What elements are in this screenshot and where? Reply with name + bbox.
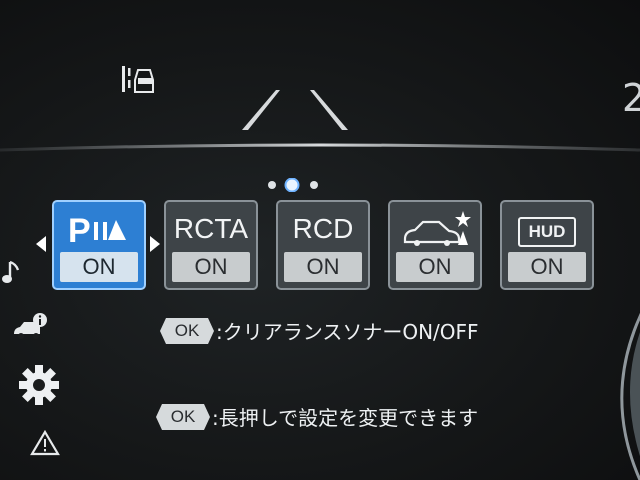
lane-lines-icon — [242, 90, 348, 130]
tile-label: RCD — [292, 213, 354, 244]
ok-button-badge: OK — [156, 403, 210, 430]
tile-status: ON — [396, 252, 474, 282]
hud-icon: HUD — [518, 217, 576, 247]
tile-rcd[interactable]: RCD ON — [276, 200, 370, 290]
ok-label: OK — [170, 406, 196, 426]
top-divider — [0, 143, 640, 152]
tile-pre-collision[interactable]: ON — [388, 200, 482, 290]
tile-hud[interactable]: HUD ON — [500, 200, 594, 290]
warning-triangle-icon — [30, 430, 60, 456]
ok-label: OK — [174, 320, 200, 340]
tile-icon-area — [390, 202, 480, 256]
info-line-long-press: OK :長押しで設定を変更できます — [156, 402, 478, 431]
car-collision-icon — [403, 211, 471, 246]
lane-assist-icon — [122, 66, 154, 93]
tile-icon-area: P — [54, 202, 144, 256]
tile-status: ON — [60, 252, 138, 282]
ok-button-badge: OK — [160, 317, 214, 344]
tile-clearance-sonar[interactable]: P ON — [52, 200, 146, 290]
next-arrow[interactable] — [150, 236, 160, 252]
tile-label: RCTA — [173, 213, 249, 244]
previous-arrow[interactable] — [36, 236, 46, 252]
gauge-edge — [620, 312, 640, 480]
settings-gear-icon — [19, 365, 59, 405]
svg-text:P: P — [68, 212, 91, 248]
info-text-sonar: :クリアランスソナーON/OFF — [216, 320, 479, 344]
tile-icon-area: HUD — [502, 202, 592, 256]
info-text-long-press: :長押しで設定を変更できます — [212, 406, 479, 430]
tile-status: ON — [508, 252, 586, 282]
info-line-sonar: OK :クリアランスソナーON/OFF — [160, 316, 479, 345]
vehicle-info-icon — [14, 313, 47, 339]
music-note-icon — [2, 260, 20, 283]
hud-icon-text: HUD — [528, 222, 566, 241]
page-indicator — [268, 178, 318, 192]
tile-rcta[interactable]: RCTA ON — [164, 200, 258, 290]
tile-status: ON — [172, 252, 250, 282]
speed-digit: 2 — [622, 76, 640, 120]
tile-status: ON — [284, 252, 362, 282]
parking-sensor-icon: P — [68, 212, 126, 248]
